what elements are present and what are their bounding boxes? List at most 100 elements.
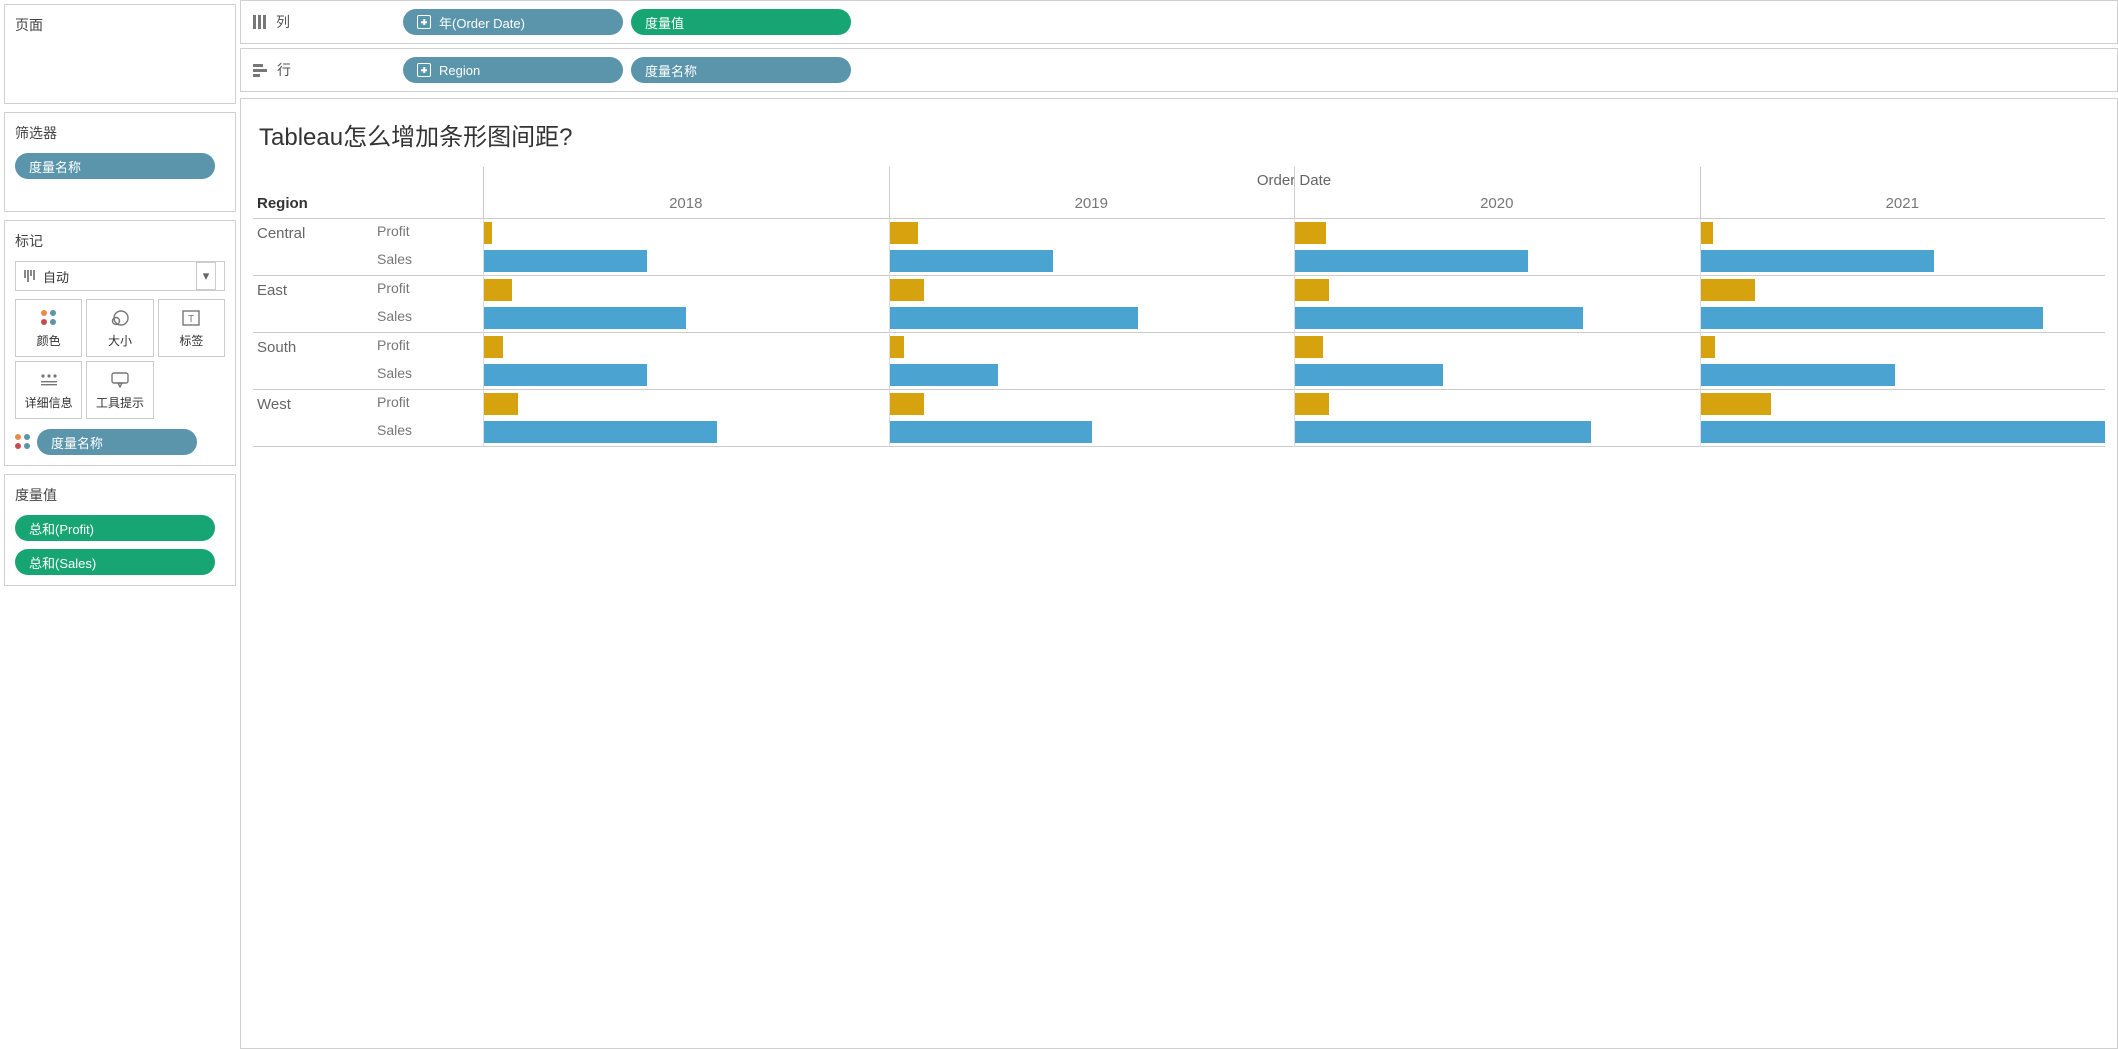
tableau-app: 页面 筛选器 度量名称 标记 自动 ▾ 颜色 大小 <box>0 0 2118 1049</box>
year-header: 2018 <box>483 189 889 219</box>
marks-type-select[interactable]: 自动 ▾ <box>15 261 225 291</box>
bar-cell <box>483 304 889 333</box>
bar[interactable] <box>1701 364 1895 386</box>
bar[interactable] <box>484 307 686 329</box>
bar-cell <box>889 390 1295 418</box>
pill-label: 总和(Sales) <box>29 553 96 572</box>
bar-cell <box>1294 390 1700 418</box>
bar-cell <box>889 276 1295 304</box>
bar[interactable] <box>890 222 918 244</box>
viz-title: Tableau怎么增加条形图间距? <box>259 117 2105 152</box>
columns-shelf-label: 列 <box>276 12 290 32</box>
marks-detail-button[interactable]: 详细信息 <box>15 361 82 419</box>
bar[interactable] <box>890 279 924 301</box>
shelf-pill[interactable]: Region <box>403 57 623 83</box>
bar[interactable] <box>484 222 492 244</box>
detail-icon <box>40 370 58 390</box>
filters-title: 筛选器 <box>15 123 225 143</box>
pill-label: 度量名称 <box>51 433 103 452</box>
shelf-pill[interactable]: 度量值 <box>631 9 851 35</box>
columns-shelf[interactable]: 列 年(Order Date) 度量值 <box>240 0 2118 44</box>
bar[interactable] <box>1701 393 1771 415</box>
pill-label: 总和(Profit) <box>29 519 94 538</box>
bar-cell <box>1294 361 1700 390</box>
columns-icon <box>253 15 266 29</box>
bar[interactable] <box>890 307 1139 329</box>
bar[interactable] <box>1701 307 2043 329</box>
bar[interactable] <box>484 250 647 272</box>
color-icon <box>15 434 31 450</box>
bar-cell <box>483 390 889 418</box>
bar[interactable] <box>890 250 1053 272</box>
bar[interactable] <box>484 393 518 415</box>
year-header: 2021 <box>1700 189 2106 219</box>
measure-cell: Profit <box>373 333 483 361</box>
bar-cell <box>1700 219 2106 247</box>
bar-cell <box>889 304 1295 333</box>
bar[interactable] <box>484 336 503 358</box>
chart-grid: Region2018201920202021CentralProfitSales… <box>253 189 2105 447</box>
rows-icon <box>253 64 267 77</box>
bar-cell <box>889 361 1295 390</box>
tooltip-icon <box>111 370 129 390</box>
bar[interactable] <box>890 393 924 415</box>
bar[interactable] <box>484 421 717 443</box>
measure-value-pill-profit[interactable]: 总和(Profit) <box>15 515 215 541</box>
rows-shelf[interactable]: 行 Region 度量名称 <box>240 48 2118 92</box>
bar-cell <box>1700 304 2106 333</box>
shelf-pill[interactable]: 度量名称 <box>631 57 851 83</box>
bar[interactable] <box>1701 222 1713 244</box>
bar[interactable] <box>1295 279 1329 301</box>
marks-color-button[interactable]: 颜色 <box>15 299 82 357</box>
bar[interactable] <box>1295 222 1326 244</box>
pages-card[interactable]: 页面 <box>4 4 236 104</box>
bar-cell <box>1700 247 2106 276</box>
bar[interactable] <box>1701 421 2106 443</box>
bar[interactable] <box>890 336 904 358</box>
measure-cell: Profit <box>373 276 483 304</box>
bar-cell <box>483 361 889 390</box>
marks-color-pill-row: 度量名称 <box>15 429 225 455</box>
bar[interactable] <box>1295 250 1528 272</box>
bar-cell <box>889 418 1295 447</box>
bar[interactable] <box>1701 250 1934 272</box>
measure-values-card[interactable]: 度量值 总和(Profit) 总和(Sales) <box>4 474 236 586</box>
marks-size-button[interactable]: 大小 <box>86 299 153 357</box>
bar[interactable] <box>890 364 999 386</box>
marks-label-button[interactable]: T 标签 <box>158 299 225 357</box>
marks-grid: 颜色 大小 T 标签 详细信息 工具提示 <box>15 299 225 419</box>
bar[interactable] <box>1701 279 1755 301</box>
pill-label: 度量值 <box>645 13 684 32</box>
bar-cell <box>483 276 889 304</box>
bar-cell <box>1700 276 2106 304</box>
measure-cell: Profit <box>373 219 483 247</box>
bar[interactable] <box>1295 336 1323 358</box>
svg-text:T: T <box>188 314 194 325</box>
filter-pill-measure-names[interactable]: 度量名称 <box>15 153 215 179</box>
shelf-pill[interactable]: 年(Order Date) <box>403 9 623 35</box>
measure-value-pill-sales[interactable]: 总和(Sales) <box>15 549 215 575</box>
bar[interactable] <box>1295 393 1329 415</box>
bar-cell <box>889 247 1295 276</box>
bar-cell <box>483 418 889 447</box>
bar-cell <box>483 219 889 247</box>
marks-type-label: 自动 <box>43 267 69 286</box>
bar[interactable] <box>1295 307 1583 329</box>
marks-color-pill[interactable]: 度量名称 <box>37 429 197 455</box>
bar[interactable] <box>890 421 1092 443</box>
filters-card[interactable]: 筛选器 度量名称 <box>4 112 236 212</box>
bar-cell <box>1294 276 1700 304</box>
bar[interactable] <box>1295 364 1443 386</box>
bar[interactable] <box>484 279 512 301</box>
columns-shelf-label-box: 列 <box>253 12 393 32</box>
bar[interactable] <box>1295 421 1591 443</box>
region-cell: West <box>253 390 373 447</box>
rows-shelf-label: 行 <box>277 60 291 80</box>
marks-tooltip-button[interactable]: 工具提示 <box>86 361 153 419</box>
chevron-down-icon: ▾ <box>196 262 216 290</box>
marks-title: 标记 <box>15 231 225 251</box>
bar-cell <box>1294 304 1700 333</box>
bar[interactable] <box>484 364 647 386</box>
bar[interactable] <box>1701 336 1715 358</box>
pill-label: 年(Order Date) <box>439 13 525 32</box>
